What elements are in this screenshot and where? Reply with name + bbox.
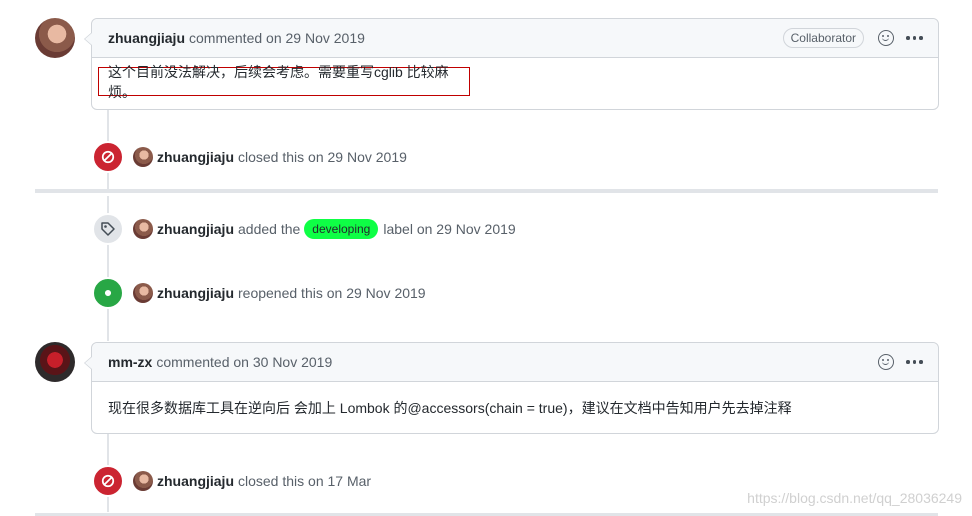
highlighted-text: 这个目前没法解决，后续会考虑。需要重写cglib 比较麻烦。 — [98, 64, 470, 100]
comment-text: 现在很多数据库工具在逆向后 会加上 Lombok 的@accessors(cha… — [108, 399, 792, 416]
comment-body: 现在很多数据库工具在逆向后 会加上 Lombok 的@accessors(cha… — [92, 382, 938, 433]
avatar[interactable] — [35, 18, 75, 58]
event-author[interactable]: zhuangjiaju — [157, 473, 234, 489]
comment-actions: Collaborator — [782, 19, 924, 57]
comment-actions — [878, 343, 924, 381]
comment-timestamp[interactable]: commented on 29 Nov 2019 — [189, 30, 365, 46]
comment-text: 这个目前没法解决，后续会考虑。需要重写cglib 比较麻烦。 — [108, 63, 449, 100]
timeline-event-labeled: zhuangjiaju added the developing label o… — [92, 213, 516, 245]
avatar[interactable] — [133, 471, 153, 491]
comment-header: zhuangjiaju commented on 29 Nov 2019 Col… — [92, 19, 938, 58]
kebab-horizontal-icon[interactable] — [906, 355, 924, 369]
event-author[interactable]: zhuangjiaju — [157, 285, 234, 301]
event-text: reopened this on 29 Nov 2019 — [238, 285, 426, 301]
tag-icon — [92, 213, 124, 245]
watermark: https://blog.csdn.net/qq_28036249 — [747, 490, 962, 506]
avatar[interactable] — [133, 147, 153, 167]
comment-body: 这个目前没法解决，后续会考虑。需要重写cglib 比较麻烦。 — [92, 58, 938, 109]
timeline-event-closed: zhuangjiaju closed this on 29 Nov 2019 — [92, 141, 407, 173]
label-developing[interactable]: developing — [304, 219, 379, 239]
comment-timestamp[interactable]: commented on 30 Nov 2019 — [156, 354, 332, 370]
dot-fill-icon — [92, 277, 124, 309]
smiley-icon[interactable] — [878, 354, 894, 370]
event-text-suffix: label on 29 Nov 2019 — [383, 221, 516, 237]
event-text-prefix: added the — [238, 221, 301, 237]
comment: zhuangjiaju commented on 29 Nov 2019 Col… — [84, 18, 939, 110]
comment-author[interactable]: zhuangjiaju — [108, 30, 185, 46]
event-author[interactable]: zhuangjiaju — [157, 221, 234, 237]
comment: mm-zx commented on 30 Nov 2019 现在很多数据库工具… — [84, 342, 939, 434]
avatar[interactable] — [35, 342, 75, 382]
circle-slash-icon — [92, 465, 124, 497]
event-author[interactable]: zhuangjiaju — [157, 149, 234, 165]
timeline-event-closed: zhuangjiaju closed this on 17 Mar — [92, 465, 372, 497]
circle-slash-icon — [92, 141, 124, 173]
kebab-horizontal-icon[interactable] — [906, 31, 924, 45]
smiley-icon[interactable] — [878, 30, 894, 46]
timeline-divider — [35, 189, 938, 193]
timeline-event-reopened: zhuangjiaju reopened this on 29 Nov 2019 — [92, 277, 426, 309]
collaborator-badge: Collaborator — [782, 28, 864, 48]
avatar[interactable] — [133, 283, 153, 303]
event-text: closed this on 17 Mar — [238, 473, 372, 489]
avatar[interactable] — [133, 219, 153, 239]
comment-header: mm-zx commented on 30 Nov 2019 — [92, 343, 938, 382]
comment-author[interactable]: mm-zx — [108, 354, 152, 370]
event-text: closed this on 29 Nov 2019 — [238, 149, 407, 165]
